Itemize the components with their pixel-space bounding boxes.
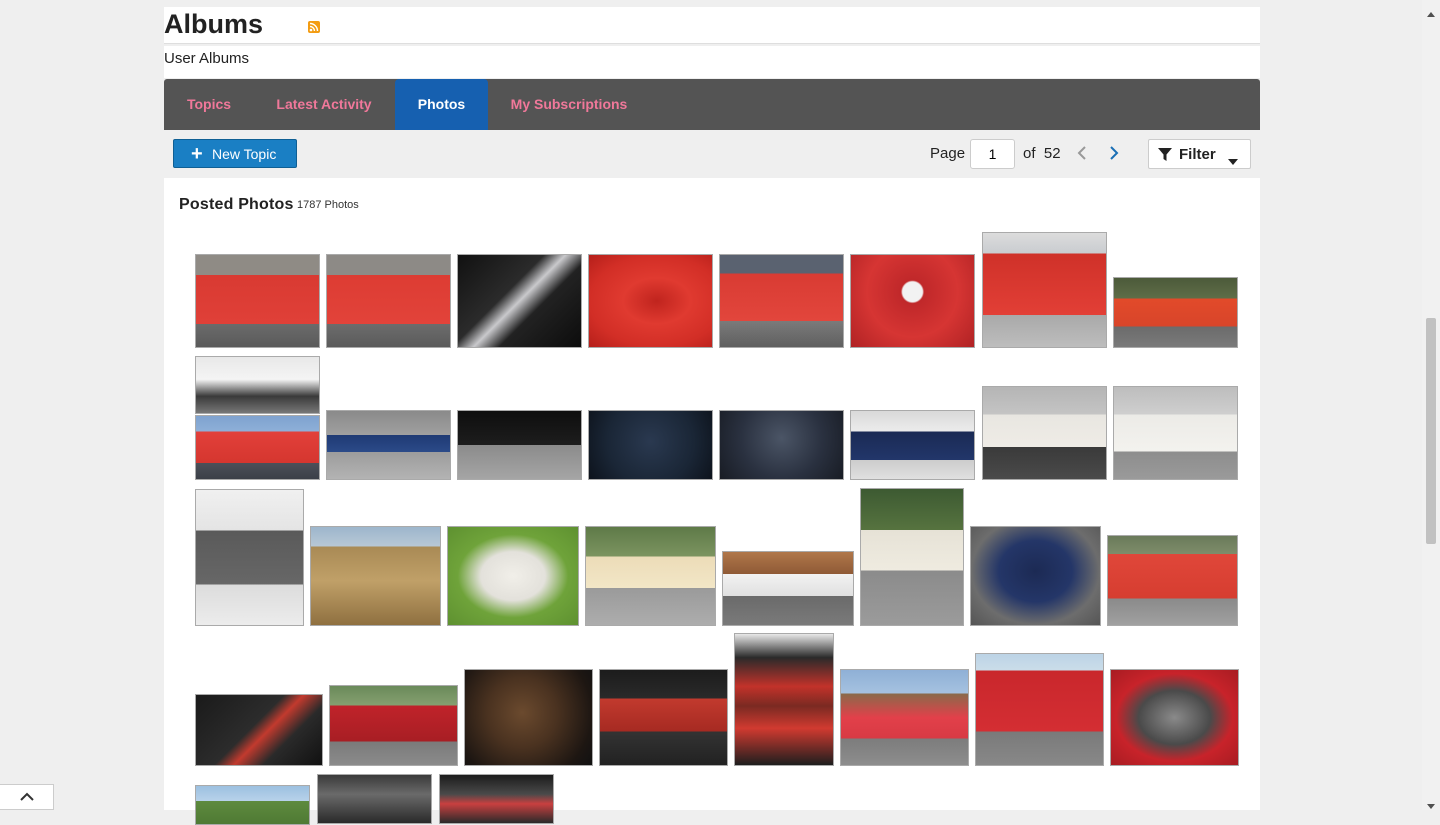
albums-page: Albums User Albums Topics Latest Activit… xyxy=(164,0,1260,825)
photo-thumbnail[interactable] xyxy=(457,254,582,348)
photo-thumbnail[interactable] xyxy=(447,526,579,626)
photo-thumbnail[interactable] xyxy=(1113,277,1238,348)
photo-thumbnail[interactable] xyxy=(585,526,716,626)
photo-thumbnail[interactable] xyxy=(329,685,458,766)
photo-thumbnail[interactable] xyxy=(195,415,320,480)
photo-thumbnail[interactable] xyxy=(719,410,844,480)
photo-thumbnail[interactable] xyxy=(326,254,451,348)
photo-count: 1787 Photos xyxy=(297,199,359,211)
photo-thumbnail[interactable] xyxy=(439,774,554,824)
tab-topics[interactable]: Topics xyxy=(164,79,254,130)
photo-thumbnail[interactable] xyxy=(317,774,432,824)
chevron-down-icon xyxy=(1228,152,1238,170)
photo-thumbnail[interactable] xyxy=(599,669,728,766)
funnel-icon xyxy=(1158,148,1172,167)
photo-thumbnail[interactable] xyxy=(850,254,975,348)
photo-thumbnail[interactable] xyxy=(719,254,844,348)
photo-thumbnail[interactable] xyxy=(195,254,320,348)
photo-thumbnail[interactable] xyxy=(195,694,323,766)
photo-thumbnail[interactable] xyxy=(588,410,713,480)
page-title: Albums xyxy=(164,9,264,39)
scroll-up-icon[interactable] xyxy=(1427,4,1435,22)
photo-thumbnail[interactable] xyxy=(195,356,320,414)
photo-thumbnail[interactable] xyxy=(1107,535,1238,626)
filter-label: Filter xyxy=(1179,146,1216,163)
gallery-heading: Posted Photos xyxy=(179,196,294,213)
scroll-to-top-button[interactable] xyxy=(0,784,54,810)
next-page-icon[interactable] xyxy=(1108,144,1120,162)
tab-bar: Topics Latest Activity Photos My Subscri… xyxy=(164,79,1260,130)
photo-thumbnail[interactable] xyxy=(982,386,1107,480)
tab-latest-activity[interactable]: Latest Activity xyxy=(254,79,394,130)
photo-thumbnail[interactable] xyxy=(1113,386,1238,480)
chevron-up-icon xyxy=(20,792,34,801)
scrollbar-thumb[interactable] xyxy=(1426,318,1436,544)
vertical-scrollbar[interactable] xyxy=(1422,0,1440,810)
photo-thumbnail[interactable] xyxy=(850,410,975,480)
photo-thumbnail[interactable] xyxy=(1110,669,1239,766)
title-bar: Albums xyxy=(164,7,1260,44)
page-subtitle: User Albums xyxy=(164,46,1260,78)
photo-thumbnail[interactable] xyxy=(464,669,593,766)
new-topic-label: New Topic xyxy=(212,146,277,162)
plus-icon: + xyxy=(191,143,203,165)
rss-icon[interactable] xyxy=(308,21,320,33)
photo-thumbnail[interactable] xyxy=(970,526,1101,626)
photo-thumbnail[interactable] xyxy=(588,254,713,348)
photo-thumbnail[interactable] xyxy=(840,669,969,766)
previous-page-icon[interactable] xyxy=(1076,144,1088,162)
photo-thumbnail[interactable] xyxy=(734,633,834,766)
photo-thumbnail[interactable] xyxy=(982,232,1107,348)
photo-thumbnail[interactable] xyxy=(975,653,1104,766)
photo-thumbnail[interactable] xyxy=(457,410,582,480)
page-number-input[interactable] xyxy=(970,139,1015,169)
photo-thumbnail[interactable] xyxy=(310,526,441,626)
photo-gallery: Posted Photos 1787 Photos xyxy=(164,178,1260,825)
photo-thumbnail[interactable] xyxy=(860,488,964,626)
page-count-label: of 52 xyxy=(1023,145,1061,162)
toolbar: + New Topic Page of 52 Filter xyxy=(164,130,1260,178)
new-topic-button[interactable]: + New Topic xyxy=(173,139,297,168)
filter-button[interactable]: Filter xyxy=(1148,139,1251,169)
photo-thumbnail[interactable] xyxy=(195,489,304,626)
scroll-down-icon[interactable] xyxy=(1427,796,1435,814)
tab-my-subscriptions[interactable]: My Subscriptions xyxy=(488,79,650,130)
photo-thumbnail[interactable] xyxy=(326,410,451,480)
photo-thumbnail[interactable] xyxy=(722,551,854,626)
tab-photos[interactable]: Photos xyxy=(395,79,488,130)
page-label: Page xyxy=(930,145,966,162)
photo-thumbnail[interactable] xyxy=(195,785,310,825)
